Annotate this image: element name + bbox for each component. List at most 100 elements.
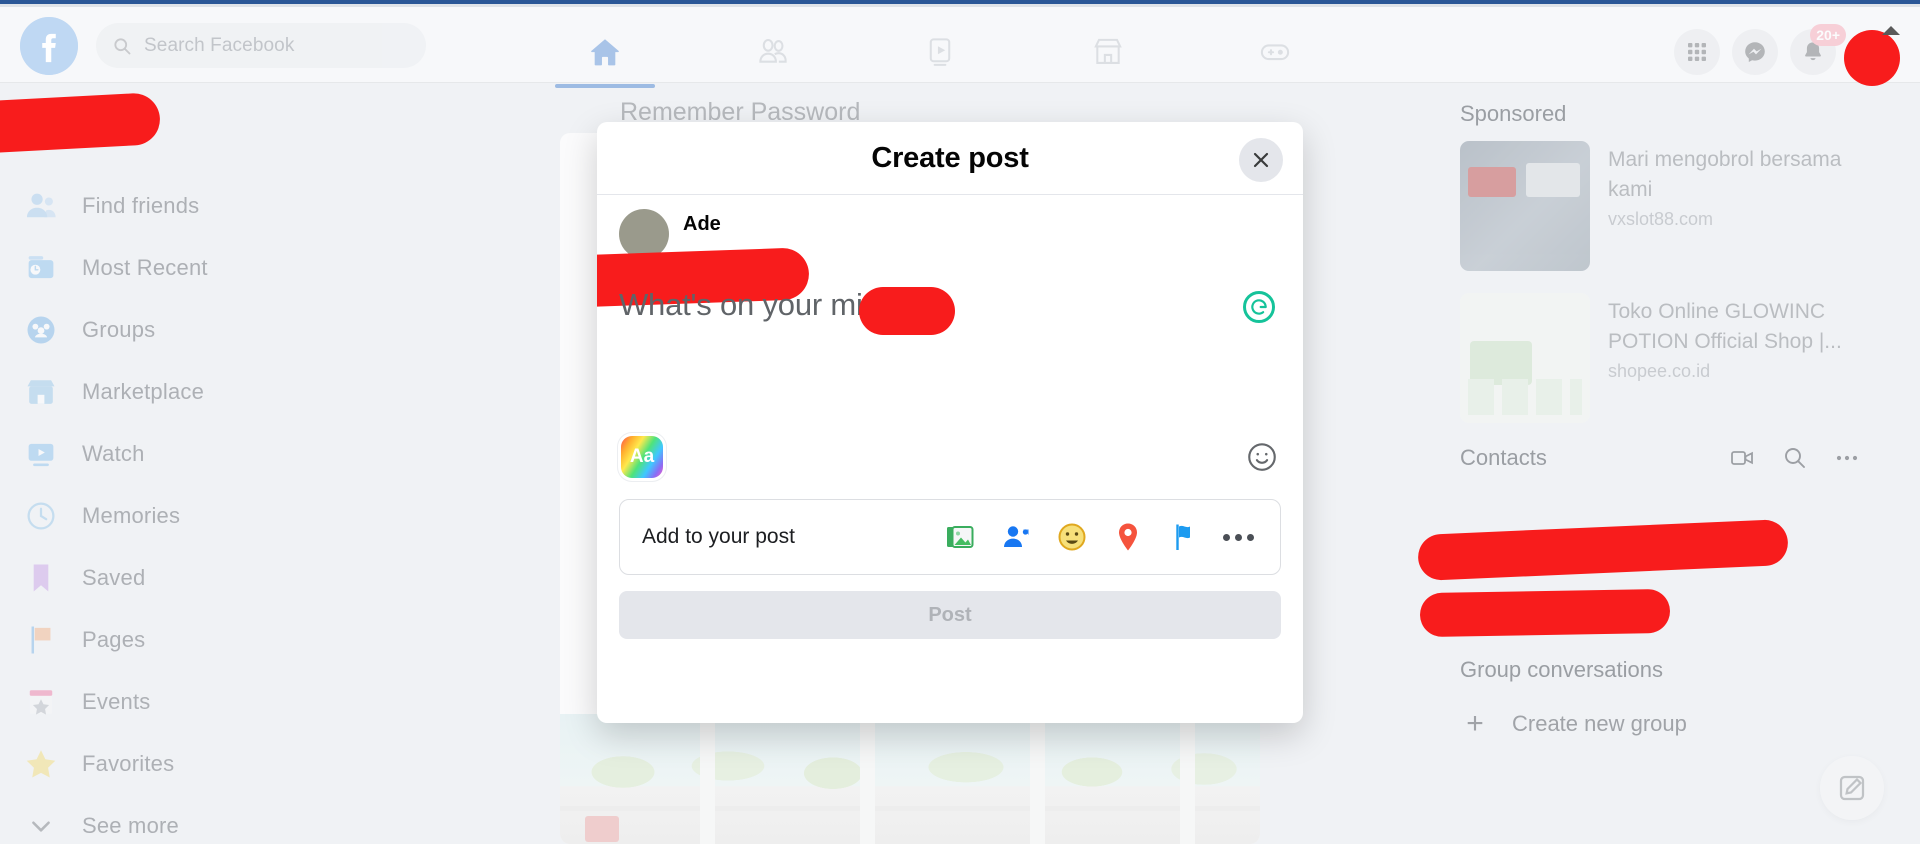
contacts-section: Contacts	[1417, 445, 1860, 655]
add-to-your-post-bar: Add to your post	[619, 499, 1281, 575]
post-button[interactable]: Post	[619, 591, 1281, 639]
notifications-icon[interactable]: 20+	[1790, 24, 1846, 75]
sponsored-heading: Sponsored	[1460, 101, 1567, 126]
add-to-your-post-label: Add to your post	[642, 525, 795, 548]
sidebar-item-label: Favorites	[82, 751, 175, 776]
nav-tab-gaming[interactable]	[1210, 16, 1340, 88]
sidebar-item-pages[interactable]: Pages	[0, 609, 430, 671]
check-in-location-icon[interactable]	[1111, 520, 1145, 554]
facebook-page: Search Facebook 20+ Find friends Most Re…	[0, 0, 1920, 844]
nav-tab-friends[interactable]	[708, 16, 838, 88]
compose-icon[interactable]	[1820, 756, 1884, 820]
background-post-photo	[560, 714, 1260, 844]
sidebar-item-saved[interactable]: Saved	[0, 547, 430, 609]
ad-thumbnail	[1460, 141, 1590, 271]
ad-url: shopee.co.id	[1608, 361, 1711, 381]
most-recent-icon	[22, 249, 60, 287]
nav-tab-home[interactable]	[540, 16, 670, 88]
sidebar-item-marketplace[interactable]: Marketplace	[0, 361, 430, 423]
redacted-contact-row	[1419, 588, 1671, 638]
notification-count-badge: 20+	[1810, 24, 1846, 46]
search-contacts-icon[interactable]	[1782, 445, 1808, 471]
redacted-profile-name	[0, 92, 162, 154]
ad-title: Mari mengobrol bersama kami	[1608, 148, 1842, 201]
sidebar-item-events[interactable]: Events	[0, 671, 430, 733]
sidebar-item-label: See more	[82, 813, 179, 838]
facebook-header: Search Facebook 20+	[0, 7, 1920, 88]
modal-header: Create post	[597, 122, 1303, 195]
ad-title: Toko Online GLOWINC POTION Official Shop…	[1608, 300, 1842, 353]
search-input[interactable]: Search Facebook	[96, 23, 426, 68]
sidebar-item-label: Watch	[82, 441, 145, 466]
menu-grid-icon[interactable]	[1674, 29, 1720, 75]
background-color-button[interactable]: Aa	[621, 436, 663, 478]
sidebar-item-label: Events	[82, 689, 151, 714]
create-post-modal: Create post Ade What's on your mind, Aa	[597, 122, 1303, 723]
poster-name: Ade	[683, 213, 721, 235]
contacts-options-icon[interactable]	[1834, 445, 1860, 471]
redacted-first-name	[859, 287, 955, 335]
sidebar-item-groups[interactable]: Groups	[0, 299, 430, 361]
sidebar-item-see-more[interactable]: See more	[0, 795, 430, 844]
account-avatar[interactable]	[1844, 30, 1900, 86]
sidebar-item-watch[interactable]: Watch	[0, 423, 430, 485]
favorites-icon	[22, 745, 60, 783]
redacted-contact-row	[1417, 518, 1789, 582]
memories-icon	[22, 497, 60, 535]
sidebar-item-memories[interactable]: Memories	[0, 485, 430, 547]
sidebar-item-label: Marketplace	[82, 379, 205, 404]
sidebar-item-most-recent[interactable]: Most Recent	[0, 237, 430, 299]
grammarly-icon[interactable]	[1243, 291, 1275, 323]
sponsored-ad[interactable]: Toko Online GLOWINC POTION Official Shop…	[1460, 293, 1860, 423]
sidebar-item-label: Saved	[82, 565, 146, 590]
sidebar-item-find-friends[interactable]: Find friends	[0, 175, 430, 237]
create-new-group-button[interactable]: + Create new group	[1460, 707, 1860, 741]
sidebar-item-label: Pages	[82, 627, 146, 652]
composer-area[interactable]: What's on your mind,	[597, 279, 1303, 421]
sidebar-item-label: Find friends	[82, 193, 200, 218]
plus-icon: +	[1466, 707, 1484, 740]
photo-video-icon[interactable]	[943, 520, 977, 554]
pages-icon	[22, 621, 60, 659]
right-sidebar: Sponsored Mari mengobrol bersama kami vx…	[1417, 83, 1920, 844]
create-new-group-label: Create new group	[1512, 711, 1687, 736]
group-conversations-title: Group conversations	[1460, 657, 1663, 682]
ad-thumbnail	[1460, 293, 1590, 423]
contacts-title: Contacts	[1460, 445, 1547, 470]
search-icon	[112, 36, 132, 56]
browser-chrome-strip	[0, 0, 1920, 7]
sidebar-item-label: Most Recent	[82, 255, 208, 280]
main-navigation-tabs	[540, 14, 1340, 90]
composer-tool-row: Aa	[597, 421, 1303, 493]
smiley-icon[interactable]	[1245, 440, 1279, 474]
ad-url: vxslot88.com	[1608, 209, 1714, 229]
sidebar-item-label: Memories	[82, 503, 181, 528]
groups-icon	[22, 311, 60, 349]
modal-title: Create post	[871, 141, 1029, 174]
sponsored-ad[interactable]: Mari mengobrol bersama kami vxslot88.com	[1460, 141, 1860, 271]
feeling-activity-icon[interactable]	[1055, 520, 1089, 554]
sidebar-item-favorites[interactable]: Favorites	[0, 733, 430, 795]
search-placeholder: Search Facebook	[144, 34, 295, 56]
find-friends-icon	[22, 187, 60, 225]
header-right-icons: 20+	[1674, 14, 1904, 90]
close-icon[interactable]	[1239, 138, 1283, 182]
nav-tab-marketplace[interactable]	[1043, 16, 1173, 88]
facebook-logo-icon[interactable]	[20, 17, 78, 75]
saved-icon	[22, 559, 60, 597]
more-options-icon[interactable]	[1223, 533, 1254, 541]
messenger-icon[interactable]	[1732, 29, 1778, 75]
life-event-icon[interactable]	[1167, 520, 1201, 554]
marketplace-icon	[22, 373, 60, 411]
scroll-up-caret-icon	[1882, 26, 1900, 35]
poster-identity-row: Ade	[597, 195, 1303, 311]
left-sidebar: Find friends Most Recent Groups Marketpl…	[0, 83, 430, 844]
nav-tab-watch[interactable]	[875, 16, 1005, 88]
watch-icon	[22, 435, 60, 473]
tag-people-icon[interactable]	[999, 520, 1033, 554]
sidebar-item-label: Groups	[82, 317, 156, 342]
chevron-down-icon	[22, 807, 60, 844]
events-icon	[22, 683, 60, 721]
add-to-post-icons	[943, 520, 1254, 554]
video-room-icon[interactable]	[1730, 445, 1756, 471]
